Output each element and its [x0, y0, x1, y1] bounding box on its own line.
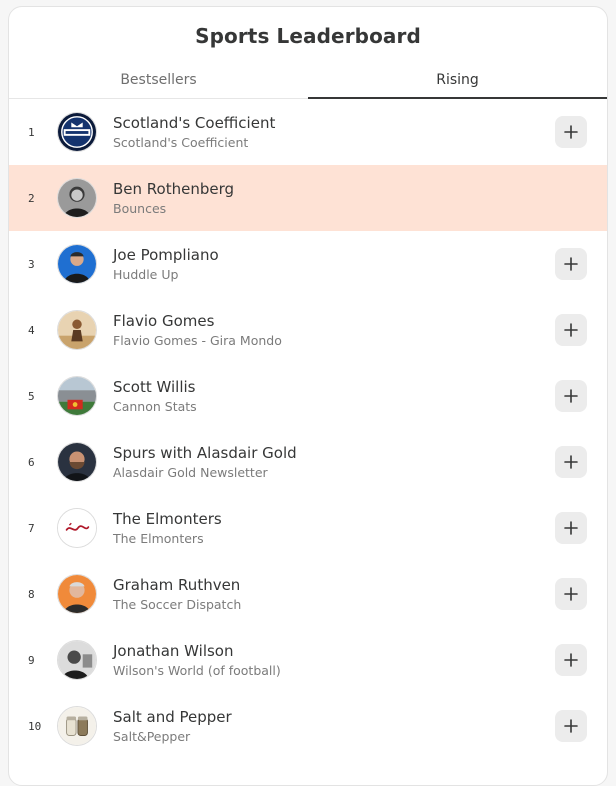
rank-number: 6	[28, 455, 35, 469]
entry-name: Scott Willis	[113, 377, 196, 396]
plus-icon	[564, 653, 578, 667]
entry-name: Flavio Gomes	[113, 311, 215, 330]
plus-icon	[564, 125, 578, 139]
add-button[interactable]	[555, 314, 587, 346]
portrait-blue-icon	[57, 244, 97, 284]
entry-name: Salt and Pepper	[113, 707, 232, 726]
elmonters-logo-icon	[57, 508, 97, 548]
rank-number: 5	[28, 389, 35, 403]
add-button[interactable]	[555, 644, 587, 676]
add-button[interactable]	[555, 248, 587, 280]
tab-bestsellers[interactable]: Bestsellers	[9, 65, 308, 98]
entry-subtitle: The Soccer Dispatch	[113, 596, 242, 612]
add-button[interactable]	[555, 578, 587, 610]
rank-number: 4	[28, 323, 35, 337]
salt-pepper-icon	[57, 706, 97, 746]
plus-icon	[564, 389, 578, 403]
leaderboard-list: 1 Scotland's Coefficient Scotland's Coef…	[9, 99, 607, 759]
plus-icon	[564, 455, 578, 469]
entry-subtitle: Huddle Up	[113, 266, 179, 282]
rank-number: 7	[28, 521, 35, 535]
plus-icon	[564, 257, 578, 271]
list-item[interactable]: 9 Jonathan Wilson Wilson's World (of foo…	[9, 627, 607, 693]
entry-name: Scotland's Coefficient	[113, 113, 276, 132]
tab-bar: Bestsellers Rising	[9, 65, 607, 99]
page-title: Sports Leaderboard	[195, 24, 421, 48]
leaderboard-card: Sports Leaderboard Bestsellers Rising 1 …	[8, 6, 608, 786]
rank-number: 2	[28, 191, 35, 205]
list-item[interactable]: 6 Spurs with Alasdair Gold Alasdair Gold…	[9, 429, 607, 495]
plus-icon	[564, 719, 578, 733]
add-button[interactable]	[555, 446, 587, 478]
scotland-badge-icon	[57, 112, 97, 152]
portrait-sepia-icon	[57, 310, 97, 350]
add-button[interactable]	[555, 710, 587, 742]
portrait-bw-icon	[57, 178, 97, 218]
entry-name: Graham Ruthven	[113, 575, 241, 594]
list-item[interactable]: 1 Scotland's Coefficient Scotland's Coef…	[9, 99, 607, 165]
add-button[interactable]	[555, 380, 587, 412]
portrait-dark-icon	[57, 442, 97, 482]
portrait-orange-icon	[57, 574, 97, 614]
stadium-icon	[57, 376, 97, 416]
entry-name: The Elmonters	[113, 509, 222, 528]
entry-subtitle: Wilson's World (of football)	[113, 662, 281, 678]
entry-subtitle: Scotland's Coefficient	[113, 134, 249, 150]
rank-number: 1	[28, 125, 35, 139]
rank-number: 8	[28, 587, 35, 601]
rank-number: 9	[28, 653, 35, 667]
list-item[interactable]: 5 Scott Willis Cannon Stats	[9, 363, 607, 429]
add-button[interactable]	[555, 512, 587, 544]
entry-subtitle: Cannon Stats	[113, 398, 197, 414]
entry-name: Spurs with Alasdair Gold	[113, 443, 297, 462]
entry-subtitle: The Elmonters	[113, 530, 204, 546]
list-item[interactable]: 7 The Elmonters The Elmonters	[9, 495, 607, 561]
entry-subtitle: Alasdair Gold Newsletter	[113, 464, 268, 480]
list-item[interactable]: 2 Ben Rothenberg Bounces	[9, 165, 607, 231]
entry-subtitle: Flavio Gomes - Gira Mondo	[113, 332, 282, 348]
add-button[interactable]	[555, 116, 587, 148]
entry-subtitle: Salt&Pepper	[113, 728, 191, 744]
entry-name: Jonathan Wilson	[113, 641, 234, 660]
plus-icon	[564, 521, 578, 535]
plus-icon	[564, 323, 578, 337]
list-item[interactable]: 4 Flavio Gomes Flavio Gomes - Gira Mondo	[9, 297, 607, 363]
entry-name: Joe Pompliano	[113, 245, 219, 264]
rank-number: 3	[28, 257, 35, 271]
entry-subtitle: Bounces	[113, 200, 167, 216]
list-item[interactable]: 8 Graham Ruthven The Soccer Dispatch	[9, 561, 607, 627]
rank-number: 10	[28, 719, 42, 733]
list-item[interactable]: 10 Salt and Pepper Salt&Pepper	[9, 693, 607, 759]
plus-icon	[564, 587, 578, 601]
portrait-bw-wide-icon	[57, 640, 97, 680]
list-item[interactable]: 3 Joe Pompliano Huddle Up	[9, 231, 607, 297]
entry-name: Ben Rothenberg	[113, 179, 235, 198]
tab-rising[interactable]: Rising	[308, 65, 607, 99]
